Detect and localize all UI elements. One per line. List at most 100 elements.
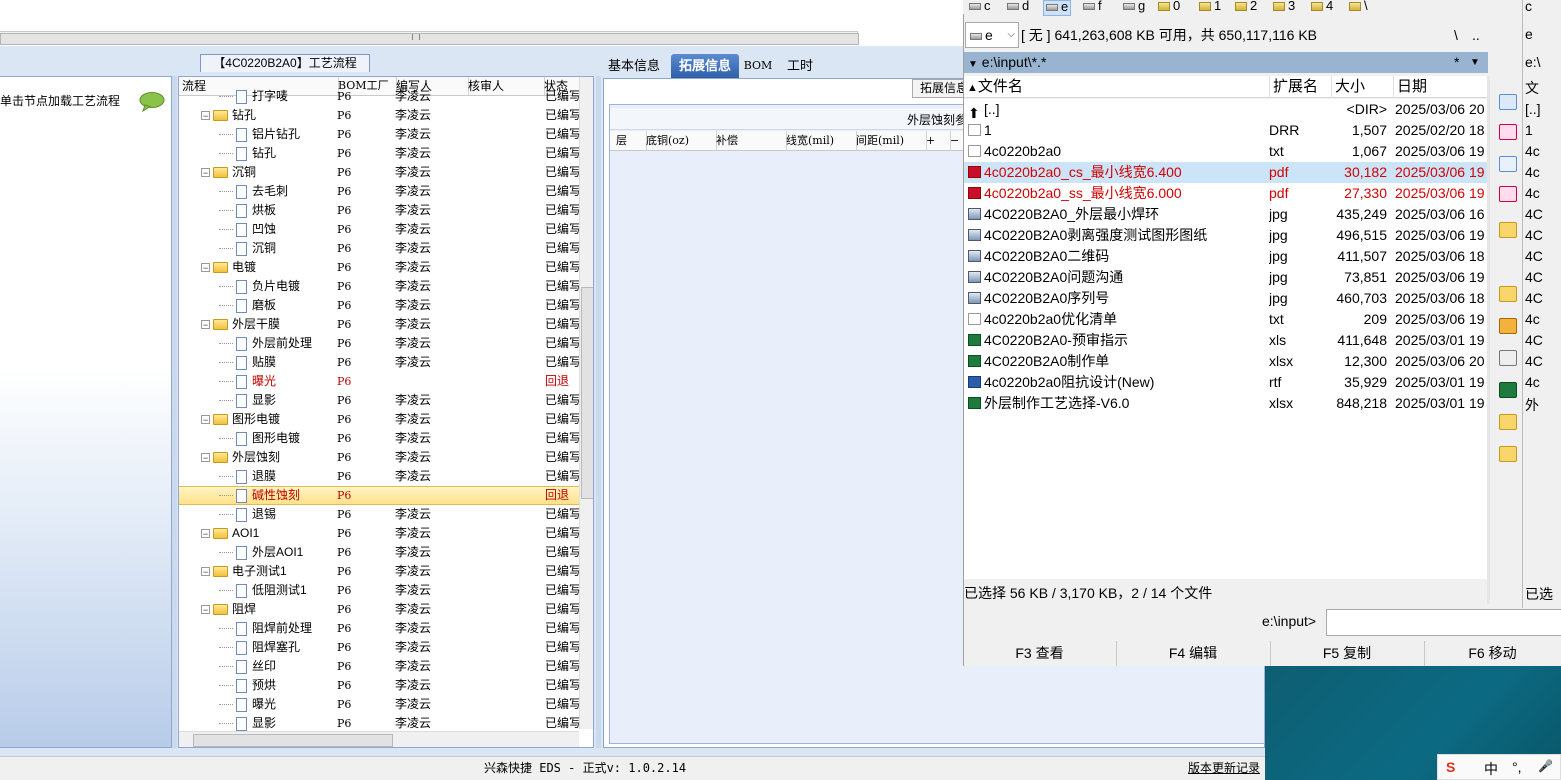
process-group-row[interactable]: − 电镀 P6 李凌云 已编写 — [179, 258, 581, 277]
pack-icon[interactable] — [1499, 186, 1517, 202]
f5-copy-button[interactable]: F5 复制 — [1270, 641, 1425, 666]
drive-button-7[interactable]: 2 — [1235, 0, 1257, 14]
right-file-row[interactable]: 4C — [1525, 332, 1543, 348]
gift-icon[interactable] — [1499, 318, 1517, 334]
process-step-row[interactable]: 去毛刺 P6 李凌云 已编写 — [179, 182, 581, 201]
right-file-row[interactable]: 4C — [1525, 206, 1543, 222]
collapse-icon[interactable]: − — [201, 529, 210, 539]
collapse-icon[interactable]: − — [201, 263, 210, 273]
process-horizontal-scrollbar[interactable] — [179, 731, 579, 747]
process-group-row[interactable]: − 外层干膜 P6 李凌云 已编写 — [179, 315, 581, 334]
right-drive-button[interactable]: c — [1525, 0, 1532, 14]
tab-work-hours[interactable]: 工时 — [783, 54, 817, 78]
folder-icon[interactable] — [1499, 222, 1517, 238]
file-row[interactable]: 4C0220B2A0序列号 jpg 460,703 2025/03/06 18 — [964, 288, 1487, 309]
process-step-row[interactable]: 负片电镀 P6 李凌云 已编写 — [179, 277, 581, 296]
collapse-icon[interactable]: − — [201, 567, 210, 577]
file-row[interactable]: 外层制作工艺选择-V6.0 xlsx 848,218 2025/03/01 19 — [964, 393, 1487, 414]
ime-toolbar[interactable]: S 中 °, 🎤 — [1437, 754, 1561, 780]
drive-button-1[interactable]: d — [1007, 0, 1029, 14]
collapse-icon[interactable]: − — [201, 415, 210, 425]
tab-basic-info[interactable]: 基本信息 — [603, 54, 665, 78]
process-group-row[interactable]: − 外层蚀刻 P6 李凌云 已编写 — [179, 448, 581, 467]
file-row[interactable]: 4C0220B2A0问题沟通 jpg 73,851 2025/03/06 19 — [964, 267, 1487, 288]
process-step-row[interactable]: 阻焊塞孔 P6 李凌云 已编写 — [179, 638, 581, 657]
right-file-row[interactable]: 4C — [1525, 227, 1543, 243]
collapse-icon[interactable]: − — [201, 320, 210, 330]
file-row[interactable]: ⬆ [..] <DIR> 2025/03/06 20 — [964, 99, 1487, 120]
find-icon[interactable] — [1499, 94, 1517, 110]
right-file-row[interactable]: 4C — [1525, 248, 1543, 264]
right-file-row[interactable]: 外 — [1525, 395, 1539, 415]
process-step-row[interactable]: 图形电镀 P6 李凌云 已编写 — [179, 429, 581, 448]
right-file-row[interactable]: 4c — [1525, 164, 1540, 180]
col-spacing[interactable]: 间距(mil) — [850, 131, 927, 151]
right-path-bar[interactable]: e:\ — [1525, 54, 1541, 70]
process-group-row[interactable]: − 沉铜 P6 李凌云 已编写 — [179, 163, 581, 182]
command-line-input[interactable] — [1326, 609, 1561, 636]
process-step-row[interactable]: 外层AOI1 P6 李凌云 已编写 — [179, 543, 581, 562]
col-size[interactable]: 大小 — [1332, 76, 1394, 98]
process-step-row[interactable]: 退膜 P6 李凌云 已编写 — [179, 467, 581, 486]
process-step-row[interactable]: 曝光 P6 回退 — [179, 372, 579, 391]
process-step-row[interactable]: 打字唛 P6 李凌云 已编写 — [179, 87, 581, 106]
process-step-row[interactable]: 外层前处理 P6 李凌云 已编写 — [179, 334, 581, 353]
right-file-row[interactable]: 4c — [1525, 374, 1540, 390]
file-row[interactable]: 4C0220B2A0剥离强度测试图形图纸 jpg 496,515 2025/03/06… — [964, 225, 1487, 246]
ime-punctuation[interactable]: °, — [1512, 759, 1522, 775]
collapse-icon[interactable]: − — [201, 605, 210, 615]
drive-button-6[interactable]: 1 — [1199, 0, 1221, 14]
microphone-icon[interactable]: 🎤 — [1538, 759, 1553, 773]
right-file-row[interactable]: 1 — [1525, 122, 1533, 138]
tab-bom[interactable]: BOM — [743, 54, 773, 78]
f3-view-button[interactable]: F3 查看 — [963, 641, 1117, 666]
folder-icon[interactable] — [1499, 414, 1517, 430]
go-root-button[interactable]: \ — [1454, 22, 1458, 48]
process-step-row[interactable]: 丝印 P6 李凌云 已编写 — [179, 657, 581, 676]
current-path-bar[interactable]: ▼ e:\input\*.* — [964, 52, 1488, 73]
process-step-row[interactable]: 贴膜 P6 李凌云 已编写 — [179, 353, 581, 372]
process-step-row[interactable]: 钻孔 P6 李凌云 已编写 — [179, 144, 581, 163]
go-up-button[interactable]: .. — [1472, 22, 1480, 48]
collapse-icon[interactable]: − — [201, 168, 210, 178]
collapse-icon[interactable]: − — [201, 111, 210, 121]
copy-icon[interactable] — [1499, 156, 1517, 172]
process-group-row[interactable]: − 钻孔 P6 李凌云 已编写 — [179, 106, 581, 125]
process-group-row[interactable]: − 电子测试1 P6 李凌云 已编写 — [179, 562, 581, 581]
process-step-row[interactable]: 磨板 P6 李凌云 已编写 — [179, 296, 581, 315]
delete-icon[interactable] — [1499, 124, 1517, 140]
right-drive-select[interactable]: e — [1525, 26, 1533, 42]
process-step-row[interactable]: 铝片钻孔 P6 李凌云 已编写 — [179, 125, 581, 144]
right-selection-status[interactable]: 已选 — [1525, 584, 1553, 604]
right-file-row[interactable]: [..] — [1525, 101, 1541, 117]
process-step-row[interactable]: 显影 P6 李凌云 已编写 — [179, 391, 581, 410]
right-col-filename[interactable]: 文 — [1525, 78, 1539, 98]
file-row[interactable]: 4c0220b2a0阻抗设计(New) rtf 35,929 2025/03/01 1… — [964, 372, 1487, 393]
process-step-row[interactable]: 烘板 P6 李凌云 已编写 — [179, 201, 581, 220]
drive-button-3[interactable]: f — [1083, 0, 1102, 14]
process-step-row[interactable]: 预烘 P6 李凌云 已编写 — [179, 676, 581, 695]
top-horizontal-scrollbar[interactable] — [0, 31, 859, 45]
file-row[interactable]: 1 DRR 1,507 2025/02/20 18 — [964, 120, 1487, 141]
file-row[interactable]: 4c0220b2a0_ss_最小线宽6.000 pdf 27,330 2025/03/… — [964, 183, 1487, 204]
file-row[interactable]: 4c0220b2a0_cs_最小线宽6.400 pdf 30,182 2025/03/… — [964, 162, 1487, 183]
sogou-icon[interactable]: S — [1446, 759, 1455, 775]
middle-splitter[interactable] — [596, 76, 601, 748]
right-file-row[interactable]: 4c — [1525, 143, 1540, 159]
right-file-row[interactable]: 4C — [1525, 353, 1543, 369]
drive-button-4[interactable]: g — [1123, 0, 1145, 14]
file-row[interactable]: 4C0220B2A0-预审指示 xls 411,648 2025/03/01 19 — [964, 330, 1487, 351]
process-group-row[interactable]: − 阻焊 P6 李凌云 已编写 — [179, 600, 581, 619]
right-file-row[interactable]: 4C — [1525, 269, 1543, 285]
drive-button-10[interactable]: \ — [1349, 0, 1368, 14]
right-file-row[interactable]: 4c — [1525, 185, 1540, 201]
drive-select[interactable]: e ⌵ — [965, 22, 1019, 48]
filter-star-button[interactable]: * — [1454, 52, 1459, 73]
right-file-row[interactable]: 4c — [1525, 311, 1540, 327]
f6-move-button[interactable]: F6 移动 — [1424, 641, 1561, 666]
process-step-row[interactable]: 退锡 P6 李凌云 已编写 — [179, 505, 581, 524]
process-step-row[interactable]: 凹蚀 P6 李凌云 已编写 — [179, 220, 581, 239]
process-group-row[interactable]: − AOI1 P6 李凌云 已编写 — [179, 524, 581, 543]
file-list-scrollbar[interactable] — [1487, 76, 1490, 604]
f4-edit-button[interactable]: F4 编辑 — [1116, 641, 1271, 666]
